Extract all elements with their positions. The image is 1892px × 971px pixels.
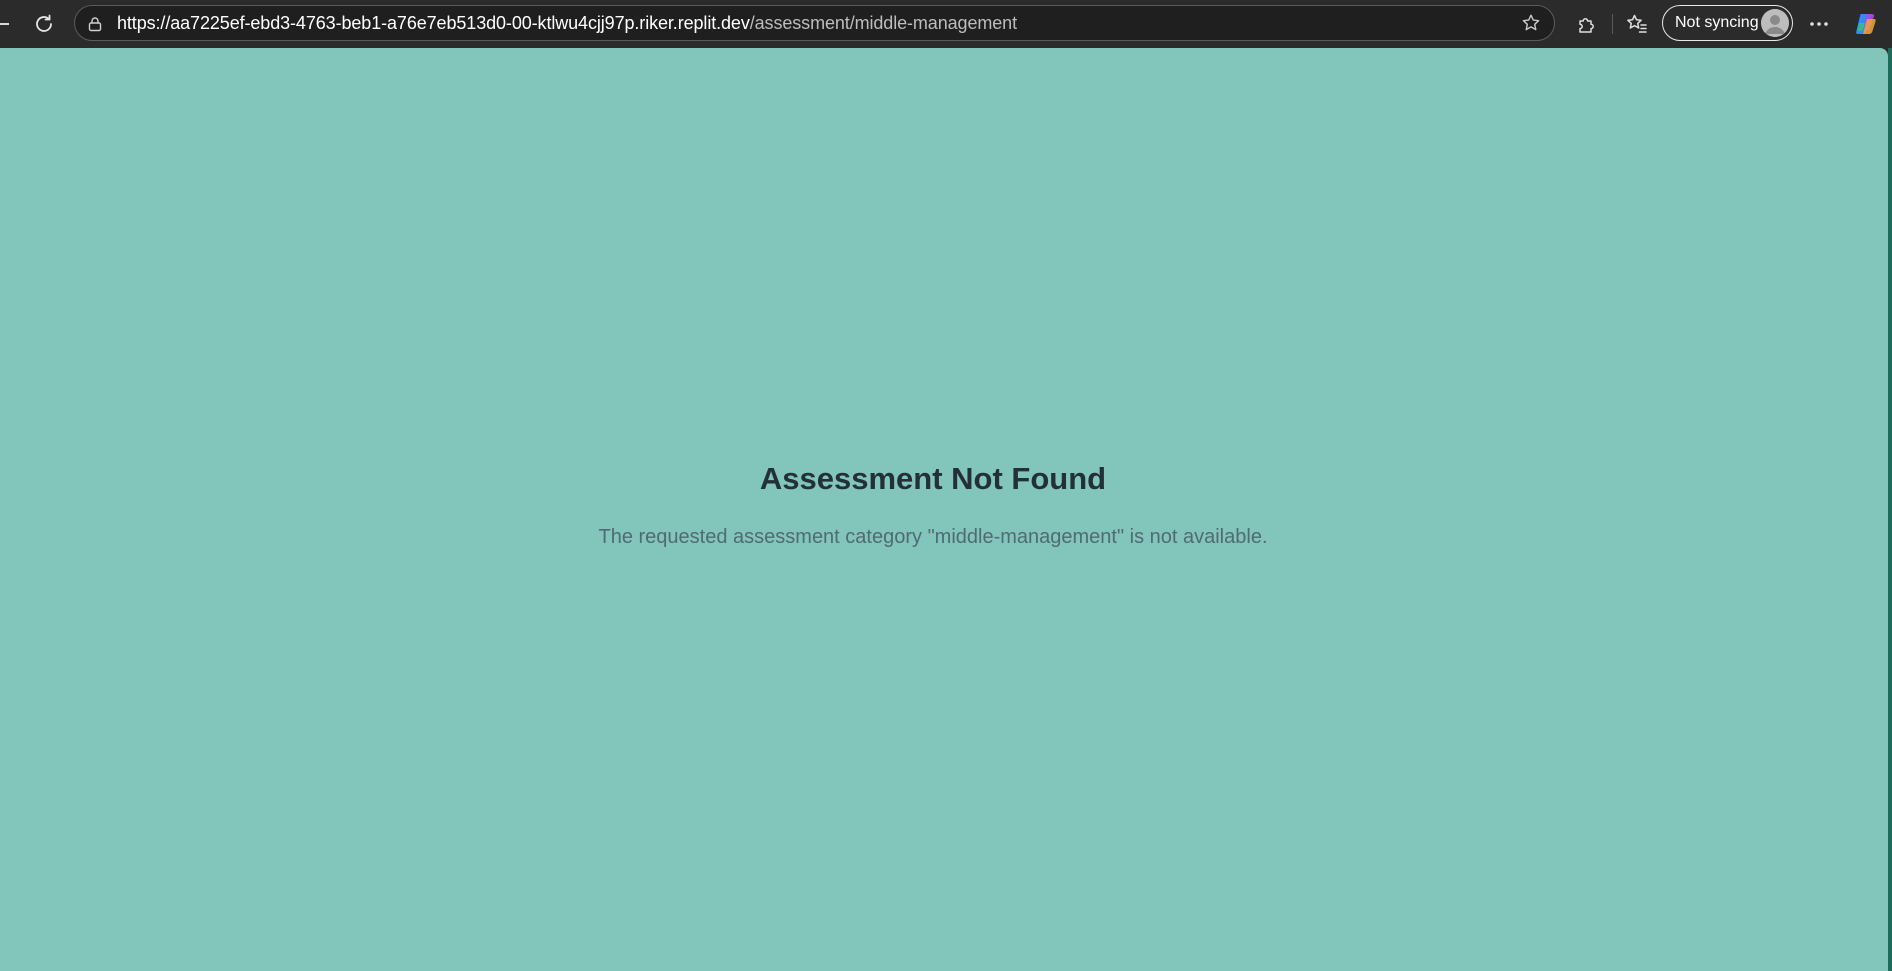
extensions-icon[interactable] (1573, 10, 1601, 38)
window-edge (1888, 48, 1892, 971)
browser-toolbar: https://aa7225ef-ebd3-4763-beb1-a76e7eb5… (0, 0, 1892, 48)
toolbar-divider (1612, 14, 1613, 34)
url-text[interactable]: https://aa7225ef-ebd3-4763-beb1-a76e7eb5… (117, 6, 1017, 40)
url-host: https://aa7225ef-ebd3-4763-beb1-a76e7eb5… (117, 13, 750, 33)
sync-label: Not syncing (1675, 14, 1759, 31)
sync-button[interactable]: Not syncing (1662, 5, 1793, 41)
refresh-icon[interactable] (30, 10, 58, 38)
favorites-icon[interactable] (1623, 10, 1651, 38)
lock-icon[interactable] (85, 14, 105, 34)
error-message: The requested assessment category "middl… (598, 526, 1268, 548)
more-icon[interactable] (1805, 10, 1833, 38)
star-icon[interactable] (1520, 12, 1542, 34)
url-path: /assessment/middle-management (749, 13, 1017, 33)
page-title: Assessment Not Found (759, 461, 1107, 496)
copilot-icon[interactable] (1852, 10, 1880, 38)
page-viewport: Assessment Not Found The requested asses… (0, 48, 1888, 971)
back-icon[interactable] (0, 16, 10, 32)
avatar-icon (1761, 9, 1789, 37)
address-bar[interactable]: https://aa7225ef-ebd3-4763-beb1-a76e7eb5… (74, 5, 1555, 41)
